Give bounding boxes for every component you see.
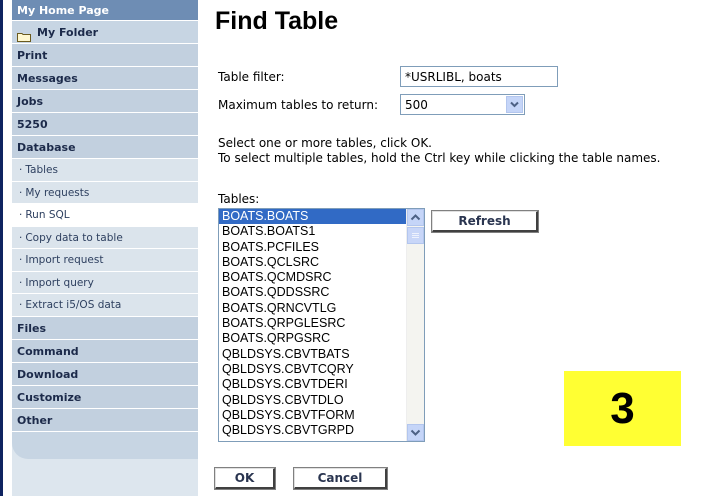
- chevron-down-icon: [510, 101, 519, 108]
- sidebar-item-label: My Folder: [37, 25, 99, 39]
- list-item[interactable]: QBLDSYS.CBVTCQRY: [219, 362, 424, 377]
- step-number-badge: 3: [564, 371, 681, 446]
- sidebar-item-my-home-page[interactable]: My Home Page: [12, 0, 198, 21]
- ok-button[interactable]: OK: [214, 467, 276, 490]
- list-item[interactable]: QBLDSYS.CBVTFORM: [219, 408, 424, 423]
- refresh-button[interactable]: Refresh: [431, 210, 539, 233]
- max-tables-value: 500: [405, 98, 428, 112]
- sidebar-item-jobs[interactable]: Jobs: [12, 90, 198, 113]
- table-filter-label: Table filter:: [218, 70, 285, 84]
- sidebar-subitem-label: Run SQL: [25, 209, 70, 221]
- sidebar-footer: [12, 431, 198, 459]
- sidebar-subitem-label: My requests: [25, 186, 90, 199]
- table-filter-input[interactable]: [400, 66, 558, 87]
- tables-label: Tables:: [218, 192, 260, 206]
- bullet: ·: [19, 276, 23, 289]
- folder-icon: [17, 27, 31, 42]
- cancel-button[interactable]: Cancel: [293, 467, 388, 490]
- sidebar-subitem-label: Tables: [25, 164, 58, 176]
- bullet: ·: [19, 254, 23, 266]
- sidebar-subitem-label: Copy data to table: [25, 231, 123, 244]
- list-item[interactable]: BOATS.QRNCVTLG: [219, 301, 424, 316]
- bullet: ·: [19, 164, 23, 176]
- sidebar-subitem-import-request[interactable]: · Import request: [12, 249, 198, 272]
- bullet: ·: [19, 231, 23, 244]
- scroll-thumb[interactable]: [407, 227, 424, 244]
- list-item[interactable]: QBLDSYS.CBVTBATS: [219, 347, 424, 362]
- sidebar-subitem-label: Import query: [25, 276, 94, 289]
- sidebar-item-5250[interactable]: 5250: [12, 113, 198, 136]
- bullet: ·: [19, 186, 23, 199]
- list-item[interactable]: BOATS.QCLSRC: [219, 255, 424, 270]
- sidebar-subitem-label: Import request: [25, 254, 104, 266]
- list-item[interactable]: BOATS.BOATS1: [219, 224, 424, 239]
- sidebar-subitem-import-query[interactable]: · Import query: [12, 271, 198, 294]
- sidebar-subitem-tables[interactable]: · Tables: [12, 159, 198, 182]
- list-item[interactable]: BOATS.QRPGSRC: [219, 331, 424, 346]
- list-item[interactable]: BOATS.BOATS: [219, 209, 424, 225]
- list-item[interactable]: BOATS.QRPGLESRC: [219, 316, 424, 331]
- sidebar-item-messages[interactable]: Messages: [12, 67, 198, 90]
- sidebar-subitem-my-requests[interactable]: · My requests: [12, 181, 198, 204]
- chevron-down-icon: [410, 429, 421, 436]
- sidebar-subitem-run-sql[interactable]: · Run SQL: [12, 204, 198, 227]
- sidebar-item-my-folder[interactable]: My Folder: [12, 21, 198, 44]
- list-item[interactable]: BOATS.QCMDSRC: [219, 270, 424, 285]
- max-tables-label: Maximum tables to return:: [218, 98, 378, 112]
- max-tables-select[interactable]: 500: [400, 94, 525, 115]
- scroll-up-button[interactable]: [407, 209, 424, 226]
- window-left-edge: [0, 0, 3, 496]
- list-item[interactable]: QBLDSYS.CBVTDERI: [219, 377, 424, 392]
- sidebar-subitem-copy-data-to-table[interactable]: · Copy data to table: [12, 226, 198, 249]
- sidebar-item-database[interactable]: Database: [12, 136, 198, 159]
- sidebar-subitem-label: Extract i5/OS data: [25, 299, 122, 311]
- dropdown-button[interactable]: [506, 96, 523, 113]
- list-item[interactable]: QBLDSYS.CBVTGRPD: [219, 423, 424, 438]
- sidebar-item-print[interactable]: Print: [12, 44, 198, 67]
- page-title: Find Table: [215, 7, 339, 35]
- bullet: ·: [19, 299, 23, 311]
- bullet: ·: [19, 209, 23, 221]
- list-item[interactable]: QBLDSYS.CBVTDLO: [219, 393, 424, 408]
- sidebar-item-other[interactable]: Other: [12, 408, 198, 432]
- sidebar-item-files[interactable]: Files: [12, 316, 198, 340]
- chevron-up-icon: [410, 214, 421, 221]
- sidebar-subitem-extract-i5os-data[interactable]: · Extract i5/OS data: [12, 294, 198, 317]
- tables-listbox[interactable]: BOATS.BOATS BOATS.BOATS1 BOATS.PCFILES BOAT…: [218, 208, 425, 442]
- tables-list: BOATS.BOATS BOATS.BOATS1 BOATS.PCFILES BOAT…: [219, 209, 424, 438]
- scrollbar[interactable]: [406, 209, 424, 441]
- sidebar-item-customize[interactable]: Customize: [12, 385, 198, 409]
- sidebar-nav: My Home Page My Folder Print Messages Jo…: [12, 0, 198, 496]
- list-item[interactable]: BOATS.PCFILES: [219, 240, 424, 255]
- sidebar-item-command[interactable]: Command: [12, 339, 198, 363]
- scroll-down-button[interactable]: [407, 424, 424, 441]
- instruction-line-2: To select multiple tables, hold the Ctrl…: [218, 151, 661, 165]
- grip-icon: [412, 233, 419, 238]
- list-item[interactable]: BOATS.QDDSSRC: [219, 285, 424, 300]
- instruction-line-1: Select one or more tables, click OK.: [218, 136, 432, 150]
- sidebar-item-download[interactable]: Download: [12, 362, 198, 386]
